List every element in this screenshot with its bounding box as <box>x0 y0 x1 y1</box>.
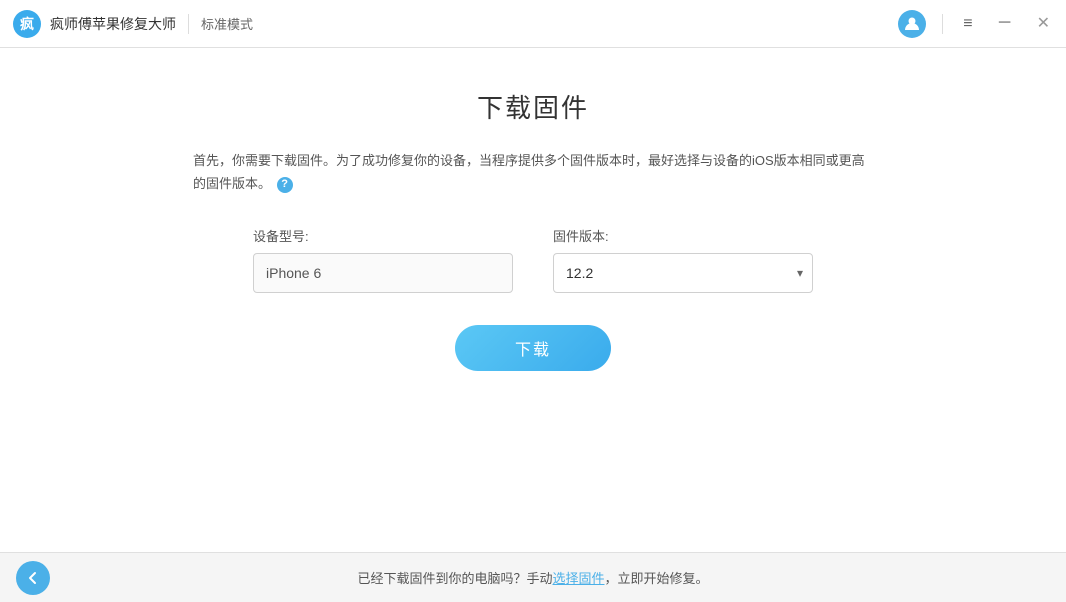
app-logo: 疯 <box>12 9 42 39</box>
app-name: 疯师傅苹果修复大师 <box>50 14 176 34</box>
svg-text:疯: 疯 <box>20 16 34 32</box>
controls-separator <box>942 14 943 34</box>
close-button[interactable]: ✕ <box>1033 14 1054 34</box>
title-divider <box>188 14 189 34</box>
help-icon[interactable]: ? <box>277 177 293 193</box>
device-label: 设备型号: <box>253 226 513 245</box>
footer-bar: 已经下载固件到你的电脑吗？手动选择固件，立即开始修复。 <box>0 552 1066 602</box>
title-bar: 疯 疯师傅苹果修复大师 标准模式 ≡ － ✕ <box>0 0 1066 48</box>
app-mode: 标准模式 <box>201 14 898 33</box>
menu-button[interactable]: ≡ <box>959 14 976 34</box>
device-input[interactable] <box>253 253 513 293</box>
page-title: 下载固件 <box>477 88 589 125</box>
download-button[interactable]: 下载 <box>455 325 611 371</box>
description-text: 首先，你需要下载固件。为了成功修复你的设备，当程序提供多个固件版本时，最好选择与… <box>193 149 873 196</box>
user-avatar[interactable] <box>898 10 926 38</box>
minimize-button[interactable]: － <box>993 14 1017 34</box>
main-content: 下载固件 首先，你需要下载固件。为了成功修复你的设备，当程序提供多个固件版本时，… <box>0 48 1066 552</box>
window-controls: ≡ － ✕ <box>898 10 1054 38</box>
firmware-group: 固件版本: 12.2 12.1 12.0 11.4 ▾ <box>553 226 813 293</box>
firmware-label: 固件版本: <box>553 226 813 245</box>
firmware-select-wrapper: 12.2 12.1 12.0 11.4 ▾ <box>553 253 813 293</box>
select-firmware-link[interactable]: 选择固件 <box>552 571 604 586</box>
device-group: 设备型号: <box>253 226 513 293</box>
footer-text: 已经下载固件到你的电脑吗？手动选择固件，立即开始修复。 <box>16 568 1050 587</box>
firmware-select[interactable]: 12.2 12.1 12.0 11.4 <box>553 253 813 293</box>
back-button[interactable] <box>16 561 50 595</box>
form-row: 设备型号: 固件版本: 12.2 12.1 12.0 11.4 ▾ <box>253 226 813 293</box>
